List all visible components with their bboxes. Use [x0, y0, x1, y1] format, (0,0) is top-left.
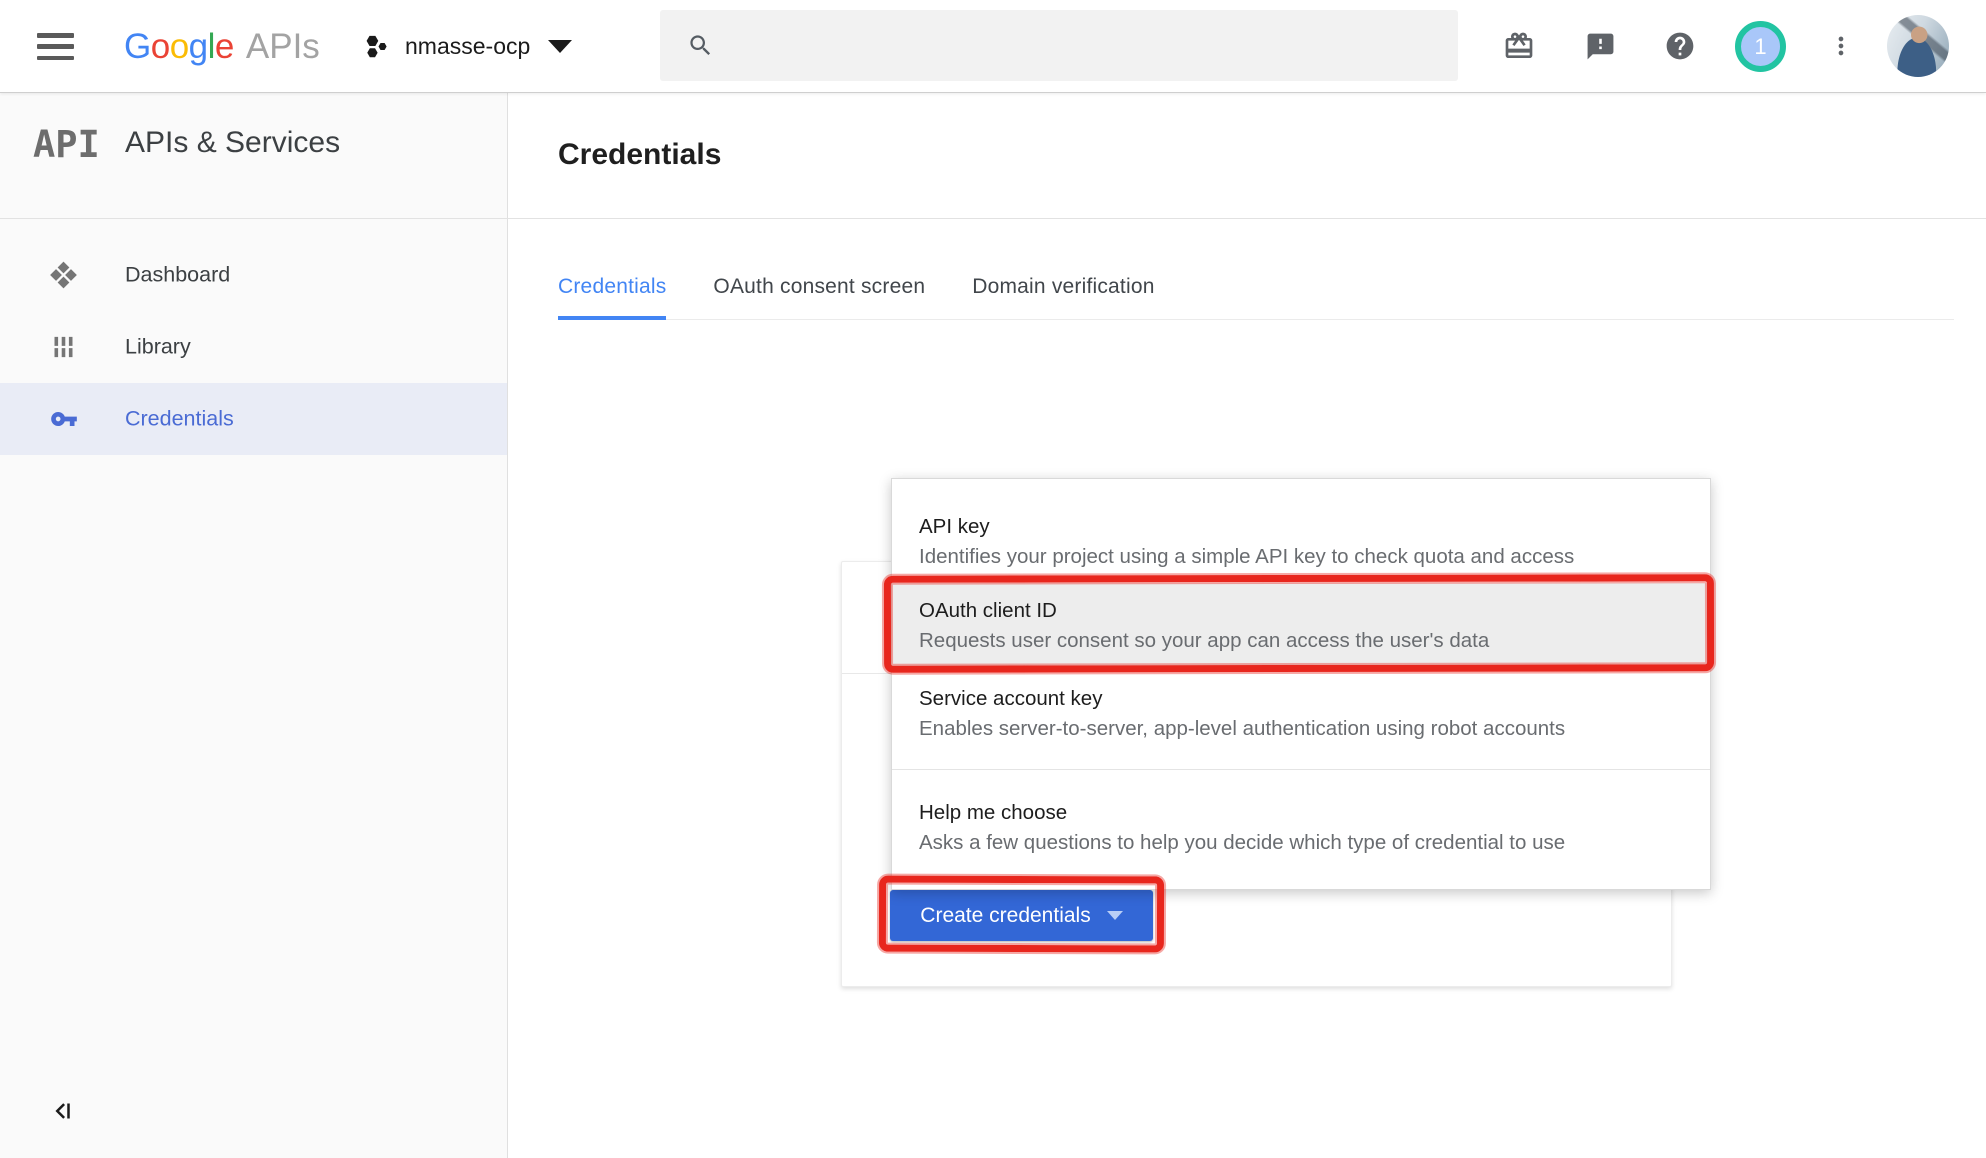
notification-count: 1 — [1754, 34, 1766, 60]
search-bar[interactable] — [660, 10, 1458, 81]
dashboard-icon — [50, 262, 77, 289]
menu-item-service-account-key[interactable]: Service account key Enables server-to-se… — [892, 671, 1710, 757]
logo-letter: o — [170, 27, 189, 67]
menu-item-description: Enables server-to-server, app-level auth… — [919, 714, 1690, 744]
key-icon — [50, 405, 78, 433]
gift-icon[interactable] — [1503, 30, 1535, 62]
logo-letter: l — [208, 27, 215, 67]
sidebar-item-label: Credentials — [125, 407, 234, 432]
menu-item-title: API key — [919, 512, 1690, 542]
feedback-icon[interactable] — [1585, 31, 1616, 62]
sidebar-item-library[interactable]: Library — [0, 311, 507, 383]
more-vert-icon[interactable] — [1827, 32, 1855, 60]
menu-item-title: OAuth client ID — [919, 596, 1690, 626]
top-bar: Google APIs nmasse-ocp — [0, 0, 1986, 93]
sidebar-item-dashboard[interactable]: Dashboard — [0, 239, 507, 311]
tab-credentials[interactable]: Credentials — [558, 259, 666, 319]
menu-item-description: Asks a few questions to help you decide … — [919, 828, 1690, 858]
project-selector[interactable]: nmasse-ocp — [364, 0, 572, 93]
create-credentials-button[interactable]: Create credentials — [890, 890, 1153, 941]
menu-item-description: Identifies your project using a simple A… — [919, 542, 1690, 572]
project-name: nmasse-ocp — [405, 33, 530, 60]
avatar[interactable] — [1887, 15, 1949, 77]
api-product-icon: API — [33, 123, 100, 166]
sidebar-item-label: Dashboard — [125, 263, 230, 288]
create-credentials-label: Create credentials — [920, 904, 1090, 928]
tabs-row: Credentials OAuth consent screen Domain … — [558, 259, 1954, 320]
chevron-down-icon — [548, 40, 572, 53]
screen: Google APIs nmasse-ocp — [0, 0, 1986, 1158]
notifications-badge[interactable]: 1 — [1735, 21, 1786, 72]
logo-letter: G — [124, 27, 151, 67]
page-title: Credentials — [558, 138, 721, 172]
help-icon[interactable] — [1664, 30, 1696, 62]
collapse-sidebar-icon[interactable] — [46, 1096, 76, 1126]
product-name: APIs & Services — [125, 126, 340, 160]
logo-letter: e — [215, 27, 234, 67]
google-apis-logo[interactable]: Google APIs — [124, 0, 320, 93]
tab-oauth-consent-screen[interactable]: OAuth consent screen — [713, 259, 925, 319]
tab-domain-verification[interactable]: Domain verification — [972, 259, 1154, 319]
sidebar-item-label: Library — [125, 335, 191, 360]
sidebar: API APIs & Services Dashboard — [0, 93, 508, 1158]
menu-item-title: Service account key — [919, 684, 1690, 714]
logo-suffix: APIs — [246, 27, 320, 67]
header-divider — [0, 218, 1986, 219]
menu-item-api-key[interactable]: API key Identifies your project using a … — [892, 499, 1710, 585]
menu-item-oauth-client-id[interactable]: OAuth client ID Requests user consent so… — [892, 583, 1710, 669]
logo-letter: g — [189, 27, 208, 67]
sidebar-item-credentials[interactable]: Credentials — [0, 383, 507, 455]
create-credentials-menu: API key Identifies your project using a … — [891, 478, 1711, 890]
search-icon — [687, 32, 714, 59]
chevron-down-icon — [1107, 911, 1123, 920]
menu-item-description: Requests user consent so your app can ac… — [919, 626, 1690, 656]
project-hexagons-icon — [364, 33, 391, 60]
menu-divider — [892, 769, 1710, 770]
search-input[interactable] — [730, 10, 1458, 81]
menu-item-title: Help me choose — [919, 798, 1690, 828]
logo-letter: o — [151, 27, 170, 67]
hamburger-menu-icon[interactable] — [37, 33, 74, 60]
library-icon — [50, 334, 77, 361]
menu-item-help-me-choose[interactable]: Help me choose Asks a few questions to h… — [892, 785, 1710, 871]
